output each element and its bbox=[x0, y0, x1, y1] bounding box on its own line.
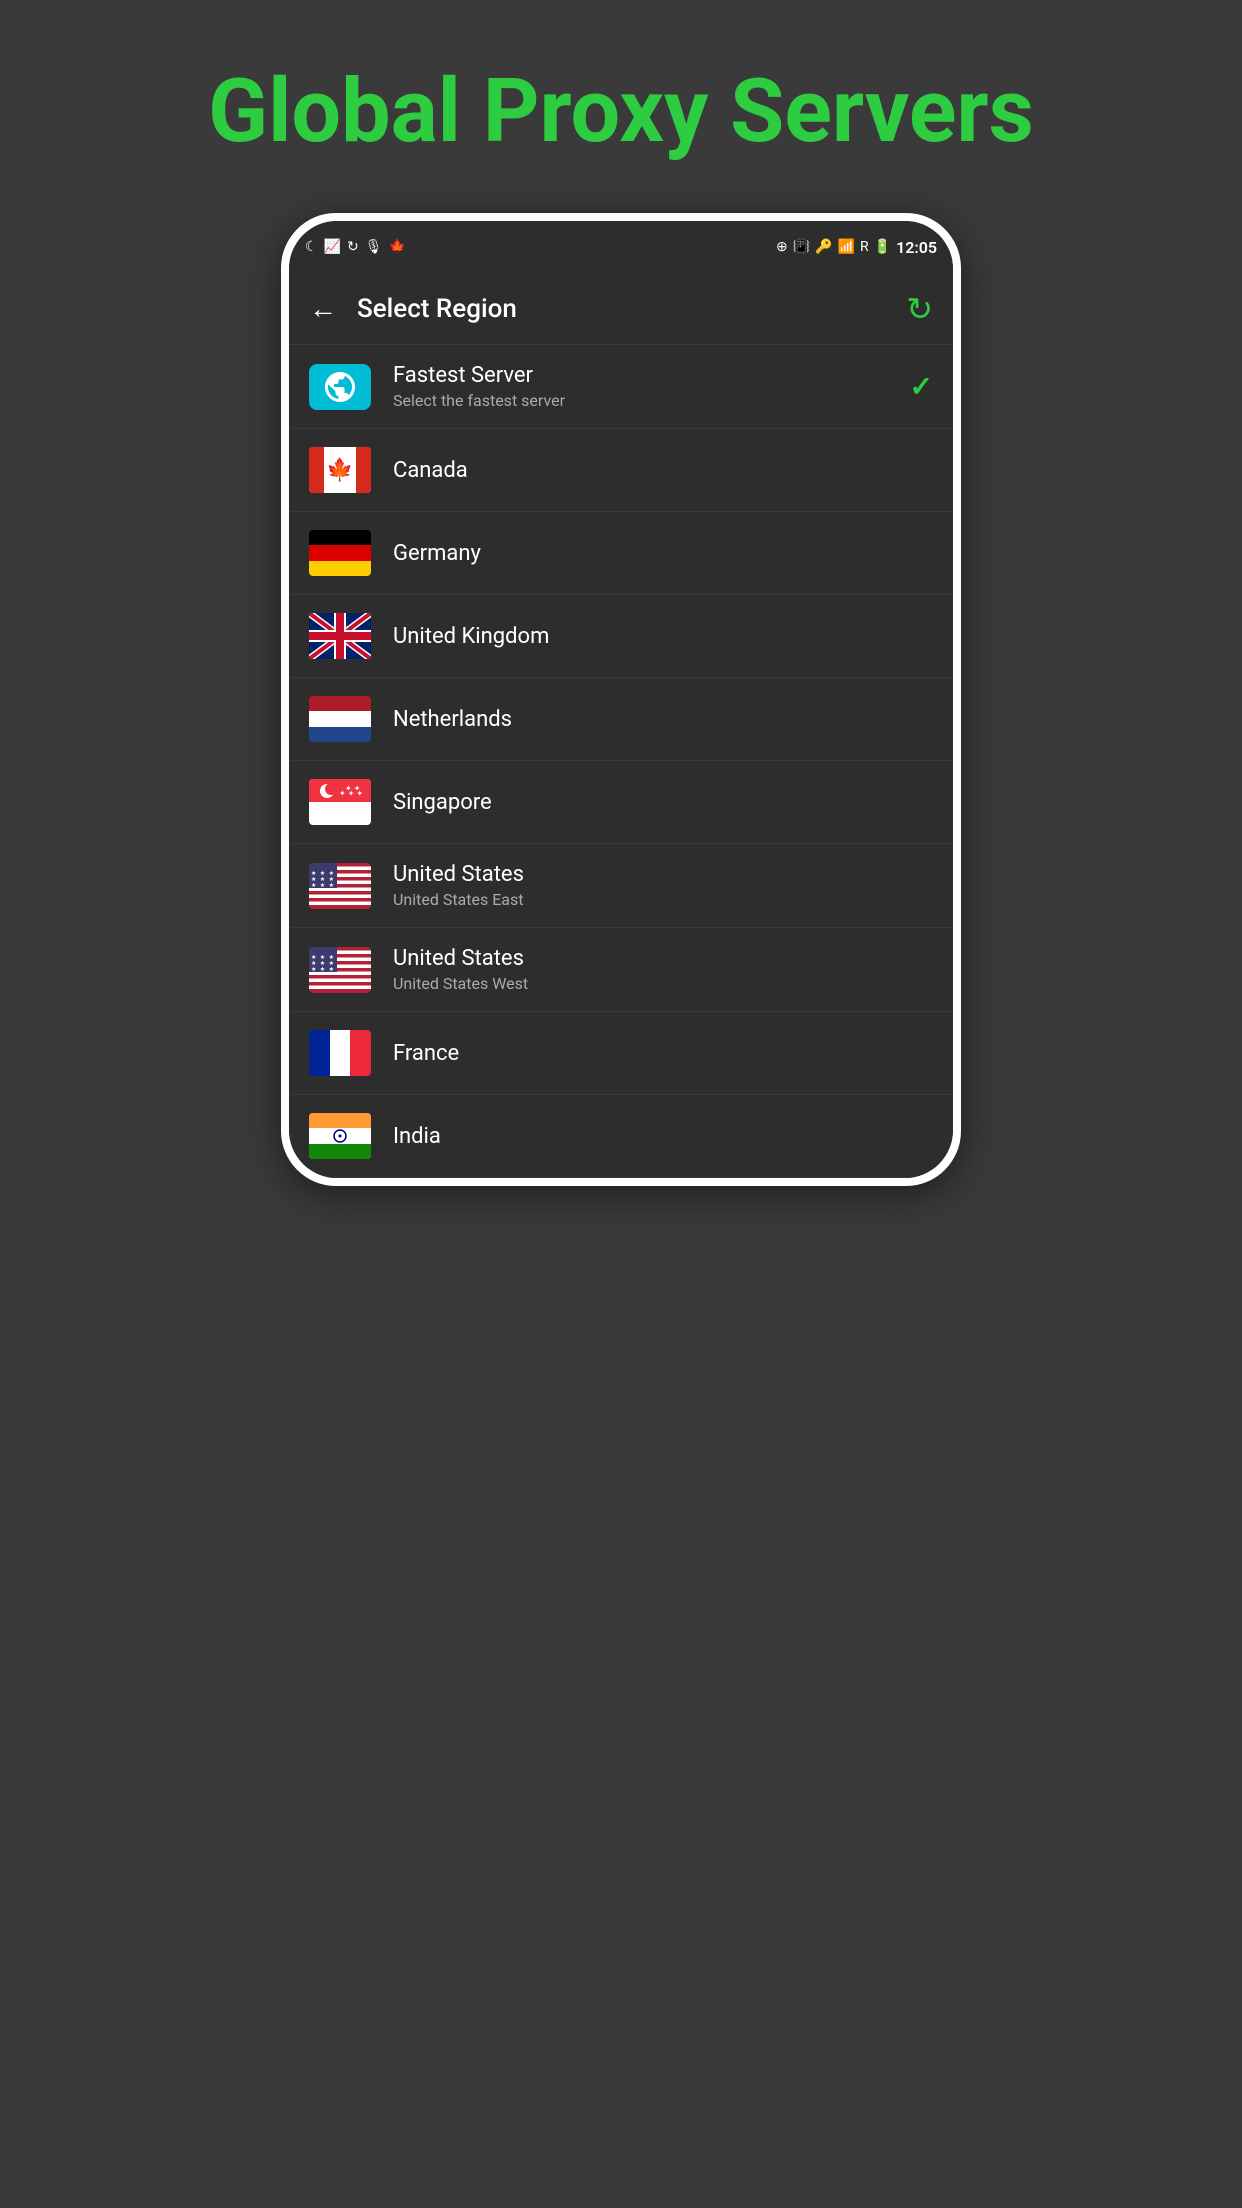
canada-server-info: Canada bbox=[393, 458, 933, 483]
us-east-server-name: United States bbox=[393, 862, 933, 887]
fastest-server-name: Fastest Server bbox=[393, 363, 910, 388]
us-west-server-subtitle: United States West bbox=[393, 974, 933, 993]
germany-server-name: Germany bbox=[393, 541, 933, 566]
france-server-info: France bbox=[393, 1041, 933, 1066]
refresh-button[interactable]: ↻ bbox=[906, 290, 933, 328]
uk-server-name: United Kingdom bbox=[393, 624, 933, 649]
phone-screen: ☾ 📈 ↻ 🎙 🍁 ⊕ 📳 🔑 📶 R 🔋 12:05 ← Select Reg… bbox=[289, 221, 953, 1178]
status-left: ☾ 📈 ↻ 🎙 🍁 bbox=[305, 239, 406, 255]
flag-us-east: ★ ★ ★ ★ ★ ★ ★ ★ ★ bbox=[309, 863, 371, 909]
wifi-off-icon: 📶 bbox=[838, 239, 855, 255]
status-bar: ☾ 📈 ↻ 🎙 🍁 ⊕ 📳 🔑 📶 R 🔋 12:05 bbox=[289, 221, 953, 273]
list-item-india[interactable]: India bbox=[289, 1095, 953, 1178]
signal-icon: R bbox=[860, 239, 869, 255]
canada-server-name: Canada bbox=[393, 458, 933, 483]
list-item-france[interactable]: France bbox=[289, 1012, 953, 1095]
us-east-server-info: United States United States East bbox=[393, 862, 933, 909]
svg-text:★ ★ ★: ★ ★ ★ bbox=[311, 966, 335, 973]
flag-netherlands bbox=[309, 696, 371, 742]
svg-text:🍁: 🍁 bbox=[326, 457, 353, 483]
uk-flag-svg bbox=[309, 613, 371, 659]
flag-fastest bbox=[309, 364, 371, 410]
status-time: 12:05 bbox=[896, 238, 937, 257]
list-item-netherlands[interactable]: Netherlands bbox=[289, 678, 953, 761]
list-item-us-west[interactable]: ★ ★ ★ ★ ★ ★ ★ ★ ★ United States United S… bbox=[289, 928, 953, 1012]
india-server-name: India bbox=[393, 1124, 933, 1149]
flag-india bbox=[309, 1113, 371, 1159]
us-east-server-subtitle: United States East bbox=[393, 890, 933, 909]
mic-off-icon: 🎙 bbox=[365, 239, 383, 255]
list-item-us-east[interactable]: ★ ★ ★ ★ ★ ★ ★ ★ ★ United States United S… bbox=[289, 844, 953, 928]
flag-france bbox=[309, 1030, 371, 1076]
list-item-singapore[interactable]: ✦ ✦ ✦ ✦ ✦ Singapore bbox=[289, 761, 953, 844]
fastest-server-subtitle: Select the fastest server bbox=[393, 391, 910, 410]
phone-frame: ☾ 📈 ↻ 🎙 🍁 ⊕ 📳 🔑 📶 R 🔋 12:05 ← Select Reg… bbox=[281, 213, 961, 1186]
list-item-canada[interactable]: 🍁 Canada bbox=[289, 429, 953, 512]
flag-canada: 🍁 bbox=[309, 447, 371, 493]
vibrate-icon: 📳 bbox=[793, 239, 810, 255]
singapore-server-name: Singapore bbox=[393, 790, 933, 815]
india-flag-svg bbox=[309, 1113, 371, 1159]
chart-icon: 📈 bbox=[324, 239, 341, 255]
moon-icon: ☾ bbox=[305, 239, 318, 255]
app-bar-title: Select Region bbox=[357, 294, 906, 324]
us-east-flag-svg: ★ ★ ★ ★ ★ ★ ★ ★ ★ bbox=[309, 863, 371, 909]
us-west-server-info: United States United States West bbox=[393, 946, 933, 993]
uk-server-info: United Kingdom bbox=[393, 624, 933, 649]
server-list: Fastest Server Select the fastest server… bbox=[289, 345, 953, 1178]
vpn-key-icon: 🔑 bbox=[815, 239, 832, 255]
sync-icon: ↻ bbox=[347, 239, 359, 255]
leaf-icon: 🍁 bbox=[389, 239, 406, 255]
us-west-server-name: United States bbox=[393, 946, 933, 971]
flag-germany bbox=[309, 530, 371, 576]
us-west-flag-svg: ★ ★ ★ ★ ★ ★ ★ ★ ★ bbox=[309, 947, 371, 993]
india-server-info: India bbox=[393, 1124, 933, 1149]
list-item-uk[interactable]: United Kingdom bbox=[289, 595, 953, 678]
singapore-server-info: Singapore bbox=[393, 790, 933, 815]
alarm-icon: ⊕ bbox=[776, 239, 788, 255]
list-item-germany[interactable]: Germany bbox=[289, 512, 953, 595]
battery-icon: 🔋 bbox=[874, 239, 891, 255]
france-server-name: France bbox=[393, 1041, 933, 1066]
app-bar: ← Select Region ↻ bbox=[289, 273, 953, 345]
status-right: ⊕ 📳 🔑 📶 R 🔋 12:05 bbox=[776, 238, 937, 257]
netherlands-server-name: Netherlands bbox=[393, 707, 933, 732]
back-button[interactable]: ← bbox=[309, 292, 337, 325]
flag-singapore: ✦ ✦ ✦ ✦ ✦ bbox=[309, 779, 371, 825]
singapore-flag-svg: ✦ ✦ ✦ ✦ ✦ bbox=[309, 779, 371, 825]
list-item-fastest[interactable]: Fastest Server Select the fastest server… bbox=[289, 345, 953, 429]
canada-flag-svg: 🍁 bbox=[309, 447, 371, 493]
germany-server-info: Germany bbox=[393, 541, 933, 566]
netherlands-server-info: Netherlands bbox=[393, 707, 933, 732]
flag-uk bbox=[309, 613, 371, 659]
globe-icon bbox=[322, 369, 358, 405]
page-title: Global Proxy Servers bbox=[0, 0, 1242, 193]
flag-us-west: ★ ★ ★ ★ ★ ★ ★ ★ ★ bbox=[309, 947, 371, 993]
svg-text:★ ★ ★: ★ ★ ★ bbox=[311, 882, 335, 889]
svg-text:✦ ✦: ✦ ✦ bbox=[345, 784, 361, 793]
selected-checkmark: ✓ bbox=[910, 370, 933, 403]
fastest-server-info: Fastest Server Select the fastest server bbox=[393, 363, 910, 410]
